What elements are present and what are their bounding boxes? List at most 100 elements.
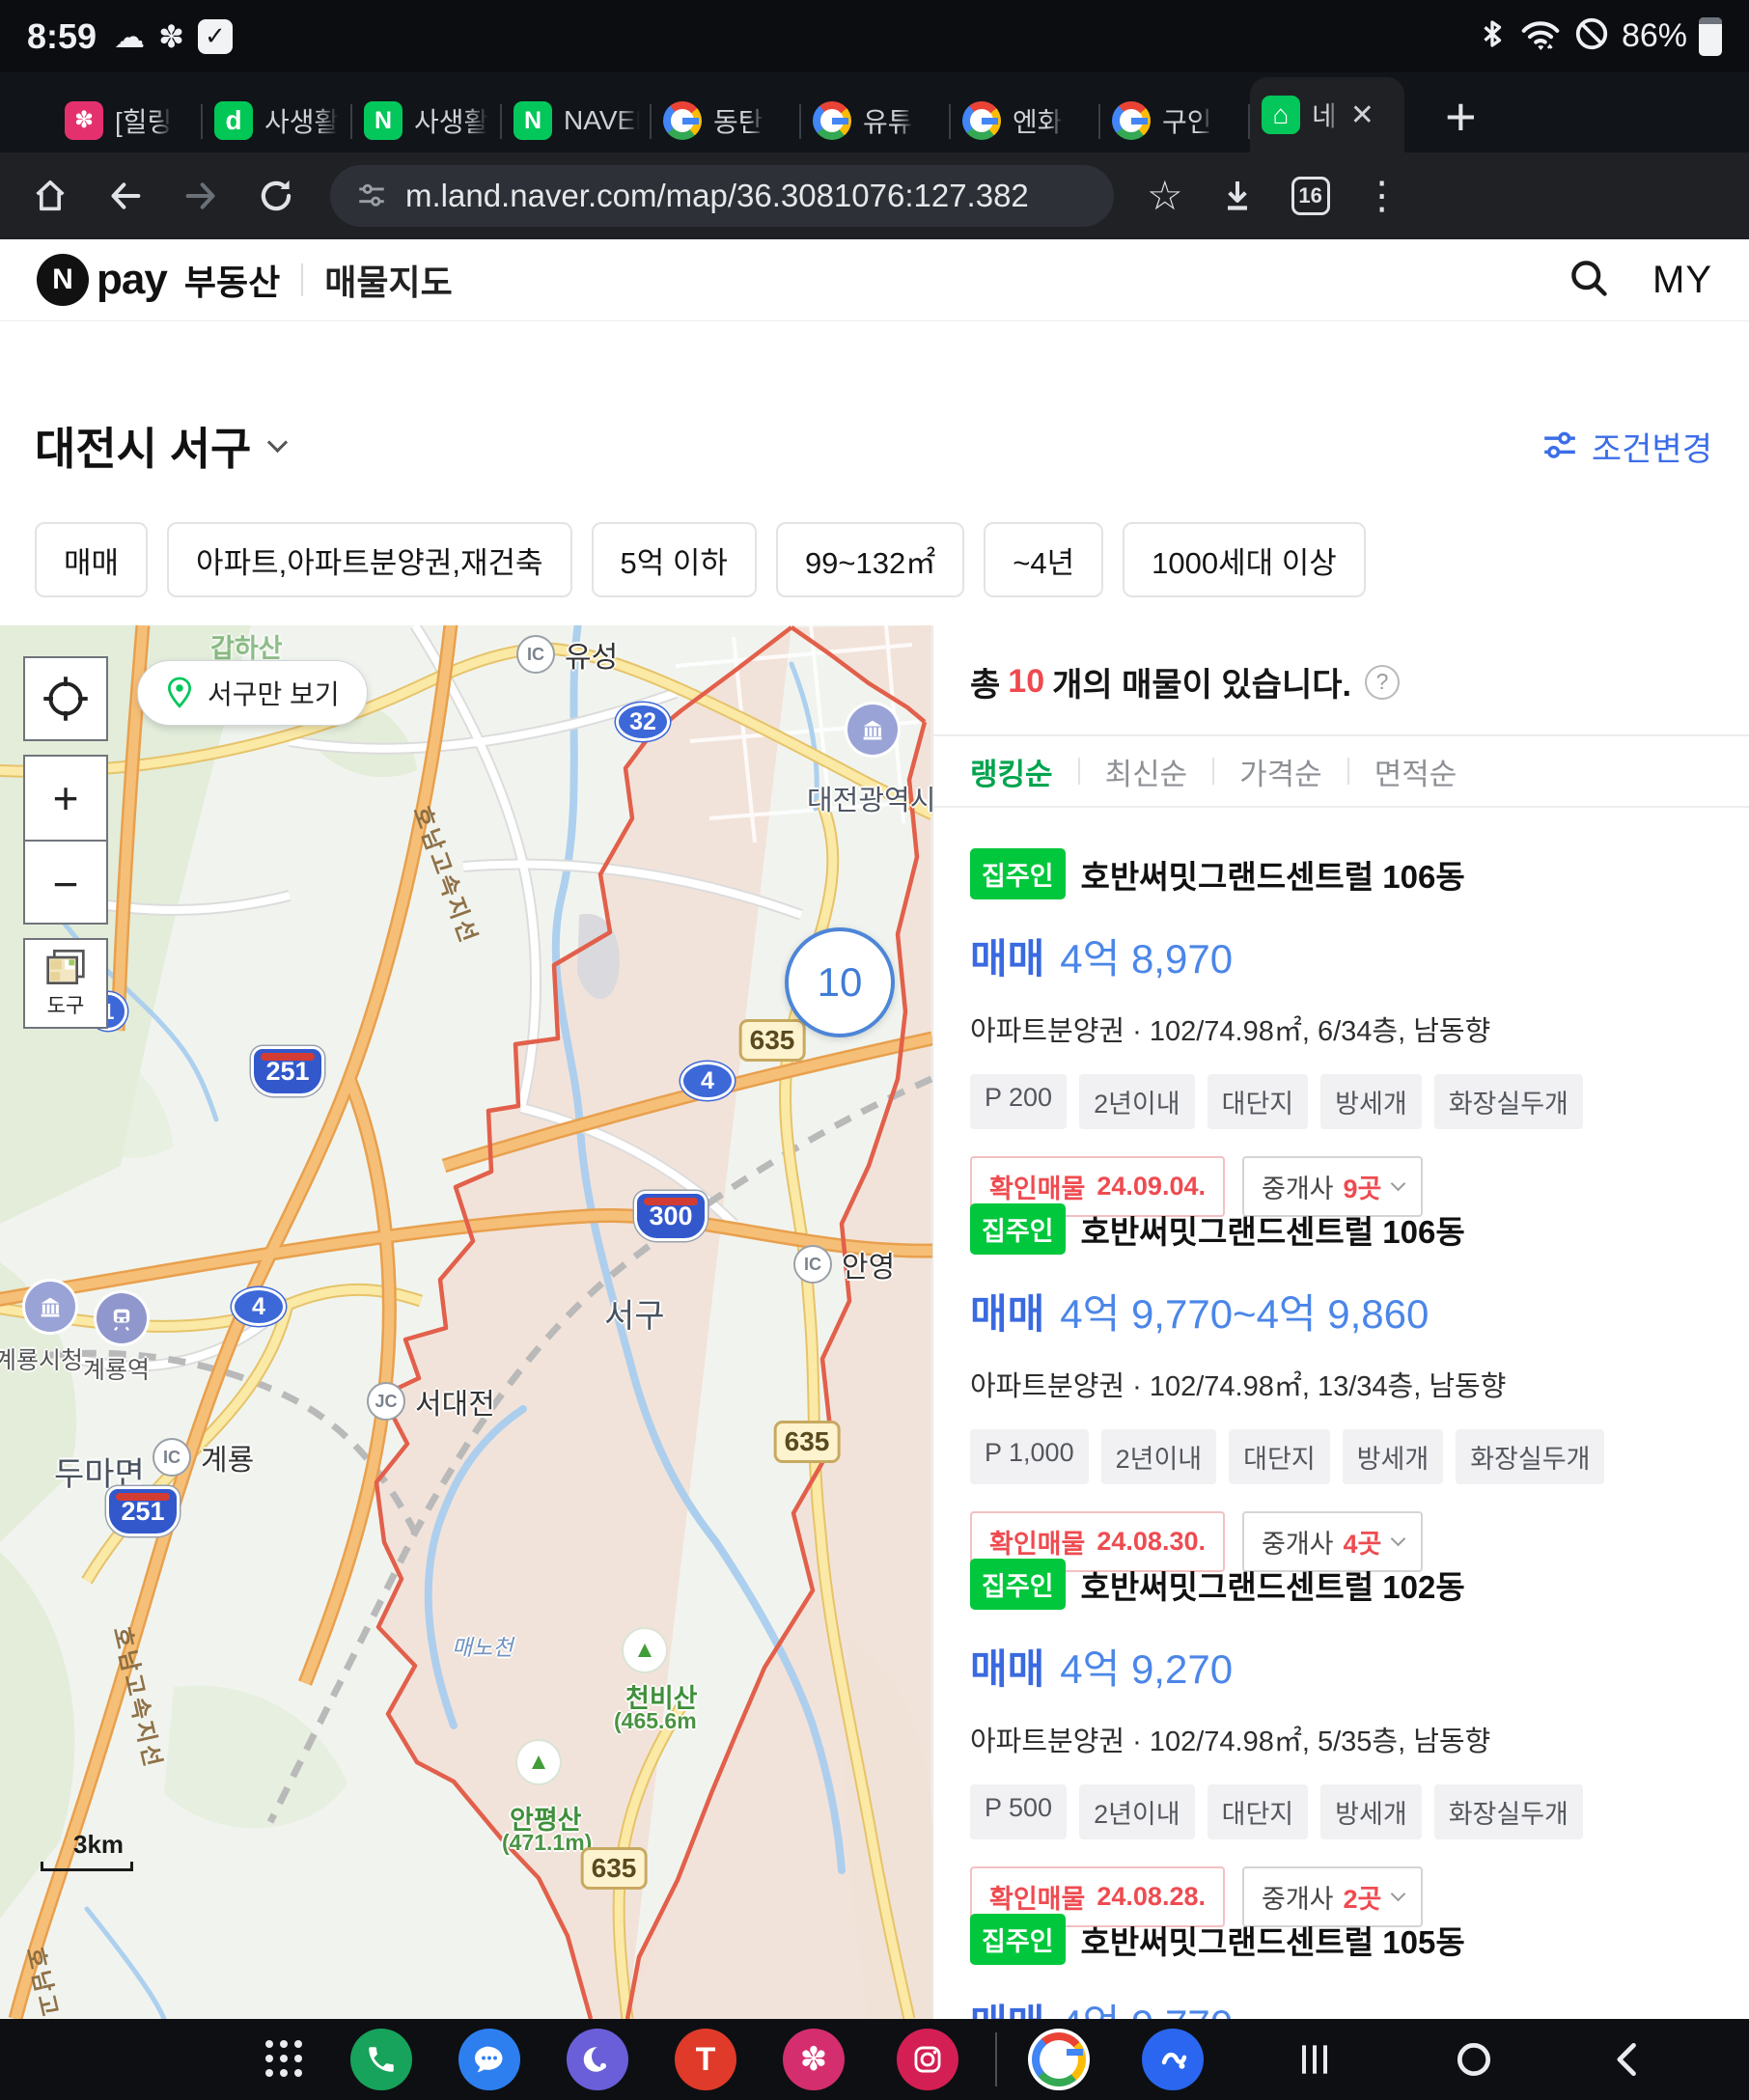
tab-title: 동탄 (713, 101, 763, 140)
filter-chip[interactable]: 99~132㎡ (776, 522, 964, 597)
sort-option[interactable]: 랭킹순 (970, 750, 1053, 793)
dock-divider (995, 2032, 997, 2086)
map-tools-button[interactable]: 도구 (23, 938, 108, 1029)
tab-title: NAVER (564, 105, 640, 136)
download-icon[interactable] (1216, 175, 1259, 217)
google-favicon-icon (663, 101, 702, 140)
browser-tab[interactable]: N NAVER (502, 89, 652, 152)
browser-tab[interactable]: ⌂네✕ (1250, 77, 1404, 152)
nav-recents-button[interactable] (1293, 2038, 1336, 2081)
naver-n-favicon-icon: N (514, 101, 552, 140)
route-shield-635: 635 (774, 1421, 841, 1463)
nav-back-button[interactable] (1607, 2038, 1650, 2081)
home-button[interactable] (29, 175, 71, 217)
flower-notification-icon: ✽ (158, 21, 184, 52)
route-shield-251: 251 (106, 1486, 180, 1536)
back-button[interactable] (104, 175, 147, 217)
route-shield-4: 4 (232, 1287, 286, 1326)
filter-chip[interactable]: 매매 (35, 522, 148, 597)
sort-divider (1078, 758, 1080, 785)
sort-divider (1212, 758, 1214, 785)
listing-title: 호반써밋그랜드센트럴 102동 (1081, 1561, 1465, 1608)
new-tab-button[interactable]: + (1445, 96, 1477, 139)
chevron-down-icon (267, 431, 288, 452)
browser-tab[interactable]: 엔화 (951, 89, 1100, 152)
zoom-in-button[interactable]: + (25, 757, 106, 842)
price-value: 4억 9,770 (1060, 2002, 1233, 2019)
forward-button[interactable] (180, 175, 222, 217)
tab-title: [힐링 (115, 101, 172, 140)
listing-price: 매매4억 8,970 (970, 926, 1712, 985)
url-field[interactable]: m.land.naver.com/map/36.3081076:127.382 (330, 165, 1114, 227)
zoom-out-button[interactable]: − (25, 842, 106, 926)
section-label[interactable]: 부동산 (184, 255, 280, 305)
dock-app-phone[interactable] (350, 2029, 412, 2090)
junction-badge: IC (153, 1438, 191, 1477)
browser-tab[interactable]: d사생활 (203, 89, 352, 152)
search-icon[interactable] (1568, 257, 1610, 304)
sort-option[interactable]: 가격순 (1239, 750, 1322, 793)
dock-app-naver-app[interactable] (1142, 2029, 1204, 2090)
pay-logo-text[interactable]: pay (97, 256, 167, 304)
browser-tab[interactable]: N사생활 (352, 89, 502, 152)
view-district-only-button[interactable]: 서구만 보기 (137, 660, 368, 726)
filter-chip[interactable]: ~4년 (984, 522, 1103, 597)
reload-button[interactable] (255, 175, 297, 217)
browser-tab[interactable]: 구인 (1100, 89, 1250, 152)
d-green-favicon-icon: d (214, 101, 253, 140)
listing-card[interactable]: 집주인호반써밋그랜드센트럴 106동매매4억 9,770~4억 9,860아파트… (933, 1163, 1749, 1518)
naver-pay-logo[interactable]: N (37, 254, 89, 306)
bookmark-star-icon[interactable]: ☆ (1147, 176, 1183, 216)
nav-home-button[interactable] (1453, 2038, 1495, 2081)
rail-poi-icon (97, 1293, 147, 1343)
browser-tab[interactable]: 동탄 (652, 89, 801, 152)
dock-app-google[interactable] (1028, 2029, 1090, 2090)
help-icon[interactable]: ? (1365, 665, 1400, 700)
dock-app-apps-grid[interactable] (265, 2040, 304, 2079)
listing-tag: P 1,000 (970, 1429, 1089, 1484)
filter-chip[interactable]: 1000세대 이상 (1123, 522, 1366, 597)
browser-tab[interactable]: ✽[힐링 (53, 89, 203, 152)
dock-app-flower[interactable]: ✽ (783, 2029, 845, 2090)
filter-chip[interactable]: 5억 이하 (592, 522, 757, 597)
mountain-elevation-label: (465.6m (614, 1708, 697, 1734)
listing-price: 매매4억 9,770~4억 9,860 (970, 1282, 1712, 1340)
listing-tag: 대단지 (1208, 1784, 1309, 1839)
sliders-icon (1541, 428, 1578, 464)
map-pane[interactable]: 32125125130044635635635IC유성IC안영JC서대전IC계룡… (0, 625, 932, 2019)
listing-card[interactable]: 집주인호반써밋그랜드센트럴 102동매매4억 9,270아파트분양권 · 102… (933, 1518, 1749, 1873)
flower-icon: ✽ (783, 2029, 845, 2090)
dock-app-tistory[interactable]: T (675, 2029, 736, 2090)
listing-card[interactable]: 집주인호반써밋그랜드센트럴 106동매매4억 8,970아파트분양권 · 102… (933, 808, 1749, 1163)
junction-label: IC유성 (516, 633, 618, 676)
dock-app-messages[interactable] (458, 2029, 520, 2090)
sort-option[interactable]: 면적순 (1374, 750, 1458, 793)
battery-percent: 86% (1622, 17, 1687, 55)
content-area: 32125125130044635635635IC유성IC안영JC서대전IC계룡… (0, 625, 1749, 2019)
my-location-button[interactable] (23, 656, 108, 741)
region-selector[interactable]: 대전시 서구 (35, 414, 251, 478)
dock-app-camera[interactable] (897, 2029, 958, 2090)
browser-toolbar: m.land.naver.com/map/36.3081076:127.382 … (0, 152, 1749, 239)
menu-kebab-icon[interactable]: ⋮ (1363, 179, 1402, 213)
naver-app-icon (1142, 2029, 1204, 2090)
listing-title: 호반써밋그랜드센트럴 106동 (1081, 851, 1465, 898)
listing-tag: P 200 (970, 1074, 1067, 1129)
owner-badge: 집주인 (970, 1559, 1066, 1610)
change-filters-button[interactable]: 조건변경 (1541, 423, 1712, 470)
no-signal-icon (1573, 15, 1610, 57)
page-title: 매물지도 (324, 255, 452, 305)
tab-count-button[interactable]: 16 (1291, 177, 1330, 215)
listing-description: 아파트분양권 · 102/74.98㎡, 5/35층, 남동향 (970, 1719, 1712, 1759)
browser-tab[interactable]: 유튜 (801, 89, 951, 152)
tab-close-icon[interactable]: ✕ (1350, 98, 1374, 132)
dock-app-internet[interactable] (567, 2029, 628, 2090)
agents-label: 중개사 (1262, 1878, 1334, 1916)
sort-option[interactable]: 최신순 (1105, 750, 1188, 793)
price-value: 4억 9,770~4억 9,860 (1060, 1291, 1429, 1337)
my-menu[interactable]: MY (1652, 259, 1712, 302)
listing-cluster-marker[interactable]: 10 (785, 927, 895, 1037)
route-shield-300: 300 (634, 1191, 708, 1241)
tab-title: 네 (1312, 96, 1337, 134)
filter-chip[interactable]: 아파트,아파트분양권,재건축 (167, 522, 571, 597)
